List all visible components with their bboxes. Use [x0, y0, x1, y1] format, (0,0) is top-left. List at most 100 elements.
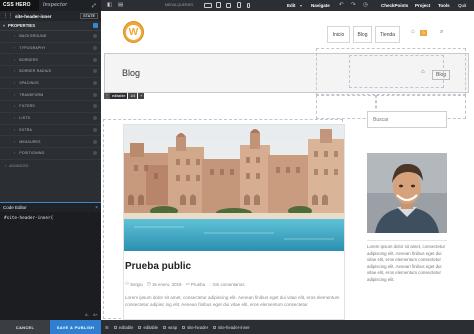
status-crumb-wrap[interactable]: wrap: [163, 325, 177, 330]
sidebar-search-input[interactable]: Buscar: [367, 111, 447, 128]
chevron-right-icon: ›: [14, 69, 16, 74]
property-background[interactable]: › BACKGROUND: [0, 31, 101, 43]
property-status-dot: [93, 34, 97, 39]
property-positioning[interactable]: › POSITIONING: [0, 148, 101, 160]
post-featured-image[interactable]: [124, 125, 344, 251]
nav-item-inicio[interactable]: Inicio: [327, 26, 350, 43]
property-label: BORDER RADIUS: [19, 69, 52, 74]
tablet-view-icon[interactable]: [216, 2, 221, 8]
advanced-section[interactable]: › ADVANCED: [0, 160, 101, 172]
property-transform[interactable]: › TRANSFORM: [0, 89, 101, 102]
element-icon: [163, 325, 167, 329]
property-status-dot: [93, 104, 97, 109]
property-typography[interactable]: › TYPOGRAPHY: [0, 43, 101, 55]
property-extra[interactable]: › EXTRA: [0, 125, 101, 137]
checkpoints-menu[interactable]: CheckPoints: [381, 0, 408, 11]
user-icon: ⚇: [125, 281, 129, 286]
post-comments[interactable]: ◌ Sin comentarios: [209, 281, 244, 287]
media-queries-label[interactable]: MEDIA QUERIES: [165, 0, 193, 11]
chevron-right-icon: ›: [14, 139, 16, 144]
expand-icon[interactable]: ⤢: [87, 3, 101, 9]
small-mobile-icon[interactable]: [247, 3, 250, 8]
properties-toggle-icon[interactable]: [93, 23, 98, 28]
save-publish-button[interactable]: SAVE & PUBLISH: [50, 320, 101, 334]
history-icon[interactable]: ◷: [363, 0, 368, 11]
code-editor-header: Code Editor ×: [0, 202, 101, 212]
nav-item-tienda[interactable]: Tienda: [375, 26, 400, 43]
status-crumb-editable-2[interactable]: editable: [138, 325, 158, 330]
cancel-button[interactable]: CANCEL: [0, 320, 50, 334]
property-measures[interactable]: › MEASURES: [0, 136, 101, 148]
status-crumb-site-header-inner[interactable]: site-header-inner: [213, 325, 250, 330]
property-status-dot: [93, 139, 97, 144]
post-meta: ⚇ Sergio ◷ 16 enero, 2019 ▭ Prueba ◌ Sin…: [125, 281, 244, 287]
cart-icon[interactable]: ⌂: [411, 29, 415, 35]
property-label: TRANSFORM: [19, 92, 44, 97]
post-category[interactable]: ▭ Prueba: [186, 281, 206, 287]
chevron-right-icon: ›: [14, 104, 16, 109]
property-label: MEASURES: [19, 139, 41, 144]
nav-item-blog[interactable]: Blog: [353, 26, 372, 43]
tab-css-hero[interactable]: CSS HERO: [0, 0, 39, 11]
property-border-radius[interactable]: › BORDER RADIUS: [0, 66, 101, 78]
post-date-text: 16 enero, 2019: [151, 281, 182, 287]
post-title[interactable]: Prueba public: [125, 261, 191, 272]
code-editor-title: Code Editor: [3, 205, 27, 210]
close-icon[interactable]: ×: [95, 205, 98, 211]
cart-count-badge: 0: [420, 30, 427, 36]
undo-icon[interactable]: ↶: [339, 0, 344, 11]
crumb-label: site-header: [187, 324, 209, 330]
status-menu-icon[interactable]: ☰: [105, 325, 109, 330]
code-editor[interactable]: #site-header-inner{ A- A+: [0, 212, 101, 320]
panel-actions: CANCEL SAVE & PUBLISH: [0, 320, 101, 334]
edit-toggle-icon[interactable]: ▾: [300, 0, 302, 11]
site-header: W Inicio Blog Tienda ⌂ 0 ⌕: [101, 11, 474, 53]
sidebar-divider: [367, 240, 447, 241]
inspector-guide-box: [349, 55, 444, 88]
layers-icon[interactable]: ▤: [118, 0, 123, 11]
mobile-view-icon[interactable]: [237, 2, 241, 8]
clock-icon: ◷: [146, 281, 151, 286]
property-status-dot: [93, 151, 97, 156]
property-borders[interactable]: › BORDERS: [0, 54, 101, 67]
sidebar-profile-image[interactable]: [367, 153, 447, 233]
project-menu[interactable]: Project: [415, 0, 430, 11]
sidebar-toggle-icon[interactable]: ◧: [107, 0, 112, 11]
edit-mode[interactable]: Edit: [287, 0, 296, 11]
status-crumb-editable-1[interactable]: editable: [113, 325, 133, 330]
status-crumb-site-header[interactable]: site-header: [182, 325, 208, 330]
property-status-dot: [93, 127, 97, 132]
quit-button[interactable]: Quit: [458, 0, 466, 11]
site-preview: W Inicio Blog Tienda ⌂ 0 ⌕ Blog ⌂ Blog ⋮…: [101, 11, 474, 320]
post-excerpt: Lorem ipsum dolor sit amet, consectetur …: [125, 295, 340, 307]
tablet-landscape-icon[interactable]: [226, 3, 231, 8]
tools-menu[interactable]: Tools: [438, 0, 450, 11]
properties-list: › BACKGROUND › TYPOGRAPHY › BORDERS › BORDER…: [0, 31, 101, 160]
post-date: ◷ 16 enero, 2019: [147, 281, 182, 287]
navigate-mode[interactable]: Navigate: [311, 0, 330, 11]
edit-badge-add[interactable]: +: [138, 93, 145, 99]
blog-post-card: Prueba public ⚇ Sergio ◷ 16 enero, 2019 …: [123, 124, 345, 320]
post-author[interactable]: ⚇ Sergio: [125, 281, 143, 287]
font-decrease-button[interactable]: A-: [85, 312, 89, 317]
tab-inspector[interactable]: Inspector: [39, 0, 87, 11]
font-increase-button[interactable]: A+: [93, 312, 98, 317]
property-label: FILTERS: [19, 104, 35, 109]
redo-icon[interactable]: ↷: [351, 0, 356, 11]
state-dropdown[interactable]: STATE: [80, 13, 98, 19]
search-icon[interactable]: ⌕: [440, 29, 443, 36]
post-author-name: Sergio: [130, 281, 143, 287]
desktop-view-icon[interactable]: [204, 3, 212, 8]
edit-badge-count[interactable]: 1/4: [128, 93, 138, 99]
top-toolbar: ◧ ▤ MEDIA QUERIES Edit ▾ Navigate ↶ ↷ ◷ …: [101, 0, 474, 11]
site-logo[interactable]: W: [123, 21, 144, 43]
property-spacings[interactable]: › SPACINGS: [0, 78, 101, 90]
chevron-right-icon: ›: [14, 81, 16, 86]
properties-section-header[interactable]: ▾ PROPERTIES: [0, 21, 101, 31]
property-filters[interactable]: › FILTERS: [0, 101, 101, 113]
selector-row[interactable]: ⋮⋮ site-header-inner STATE: [0, 11, 101, 21]
editable-label: editable: [110, 93, 128, 99]
chevron-down-icon: ▾: [3, 23, 6, 28]
property-label: LISTS: [19, 116, 31, 121]
property-lists[interactable]: › LISTS: [0, 113, 101, 125]
